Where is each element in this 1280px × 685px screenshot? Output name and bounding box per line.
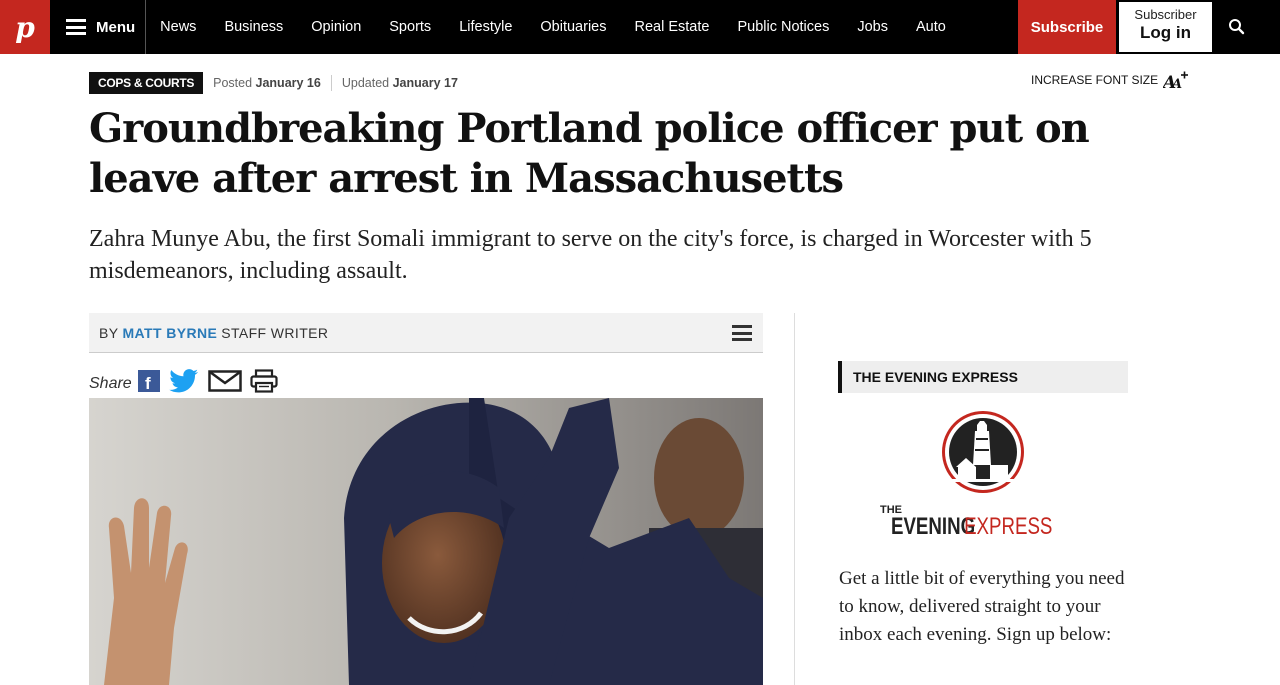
svg-text:A: A	[1170, 77, 1182, 90]
column-divider	[794, 313, 795, 685]
facebook-icon[interactable]: f	[137, 370, 160, 397]
evening-express-logo[interactable]: THE EVENING EXPRESS	[880, 405, 1090, 545]
article-dek: Zahra Munye Abu, the first Somali immigr…	[89, 226, 1092, 284]
category-badge[interactable]: COPS & COURTS	[89, 72, 204, 94]
byline: BY MATT BYRNE STAFF WRITER	[89, 313, 763, 353]
site-logo[interactable]: p	[0, 0, 50, 54]
article-meta: COPS & COURTS Posted January 16 Updated …	[89, 72, 458, 94]
top-nav: p Menu News Business Opinion Sports Life…	[0, 0, 1280, 54]
sidebar-heading: THE EVENING EXPRESS	[838, 361, 1128, 393]
author-link[interactable]: MATT BYRNE	[122, 325, 217, 341]
meta-divider	[330, 75, 332, 91]
nav-item-lifestyle[interactable]: Lifestyle	[445, 19, 526, 35]
share-bar: Share f	[89, 369, 286, 398]
email-icon[interactable]	[207, 370, 242, 397]
hamburger-icon	[66, 19, 86, 35]
nav-item-public-notices[interactable]: Public Notices	[723, 19, 843, 35]
posted-label: Posted	[213, 76, 253, 90]
share-label: Share	[89, 374, 132, 392]
section-nav: News Business Opinion Sports Lifestyle O…	[146, 0, 960, 54]
nav-item-news[interactable]: News	[146, 19, 210, 35]
nav-item-jobs[interactable]: Jobs	[843, 19, 902, 35]
headline: Groundbreaking Portland police officer p…	[89, 105, 1090, 202]
nav-item-auto[interactable]: Auto	[902, 19, 960, 35]
print-icon[interactable]	[250, 369, 278, 398]
login-button[interactable]: Subscriber Log in	[1119, 2, 1212, 52]
nav-item-obituaries[interactable]: Obituaries	[526, 19, 620, 35]
search-icon[interactable]	[1226, 16, 1250, 38]
article-options-icon[interactable]	[732, 325, 752, 341]
article-photo[interactable]	[89, 398, 763, 685]
byline-prefix: BY	[99, 324, 119, 341]
menu-button[interactable]: Menu	[50, 0, 147, 54]
menu-label: Menu	[96, 18, 136, 36]
logo-word-evening: EVENING	[891, 512, 975, 540]
nav-item-opinion[interactable]: Opinion	[297, 19, 375, 35]
subscriber-label: Subscriber	[1134, 7, 1197, 22]
logo-word-express: EXPRESS	[964, 512, 1052, 540]
twitter-icon[interactable]	[168, 369, 200, 398]
posted-date: January 16	[255, 76, 321, 90]
site-logo-letter: p	[15, 10, 35, 44]
author-role: STAFF WRITER	[221, 324, 329, 341]
updated-label: Updated	[341, 76, 390, 90]
login-label: Log in	[1140, 23, 1191, 42]
nav-item-sports[interactable]: Sports	[375, 19, 445, 35]
font-size-icon: A A	[1163, 71, 1189, 90]
updated-date: January 17	[392, 76, 458, 90]
svg-text:f: f	[145, 374, 151, 392]
nav-item-business[interactable]: Business	[210, 19, 297, 35]
font-size-label: INCREASE FONT SIZE	[1031, 73, 1159, 87]
nav-item-real-estate[interactable]: Real Estate	[620, 19, 723, 35]
subscribe-button[interactable]: Subscribe	[1018, 0, 1116, 54]
sidebar-promo-text: Get a little bit of everything you need …	[839, 568, 1125, 645]
increase-font-size-button[interactable]: INCREASE FONT SIZE A A	[1031, 70, 1189, 90]
